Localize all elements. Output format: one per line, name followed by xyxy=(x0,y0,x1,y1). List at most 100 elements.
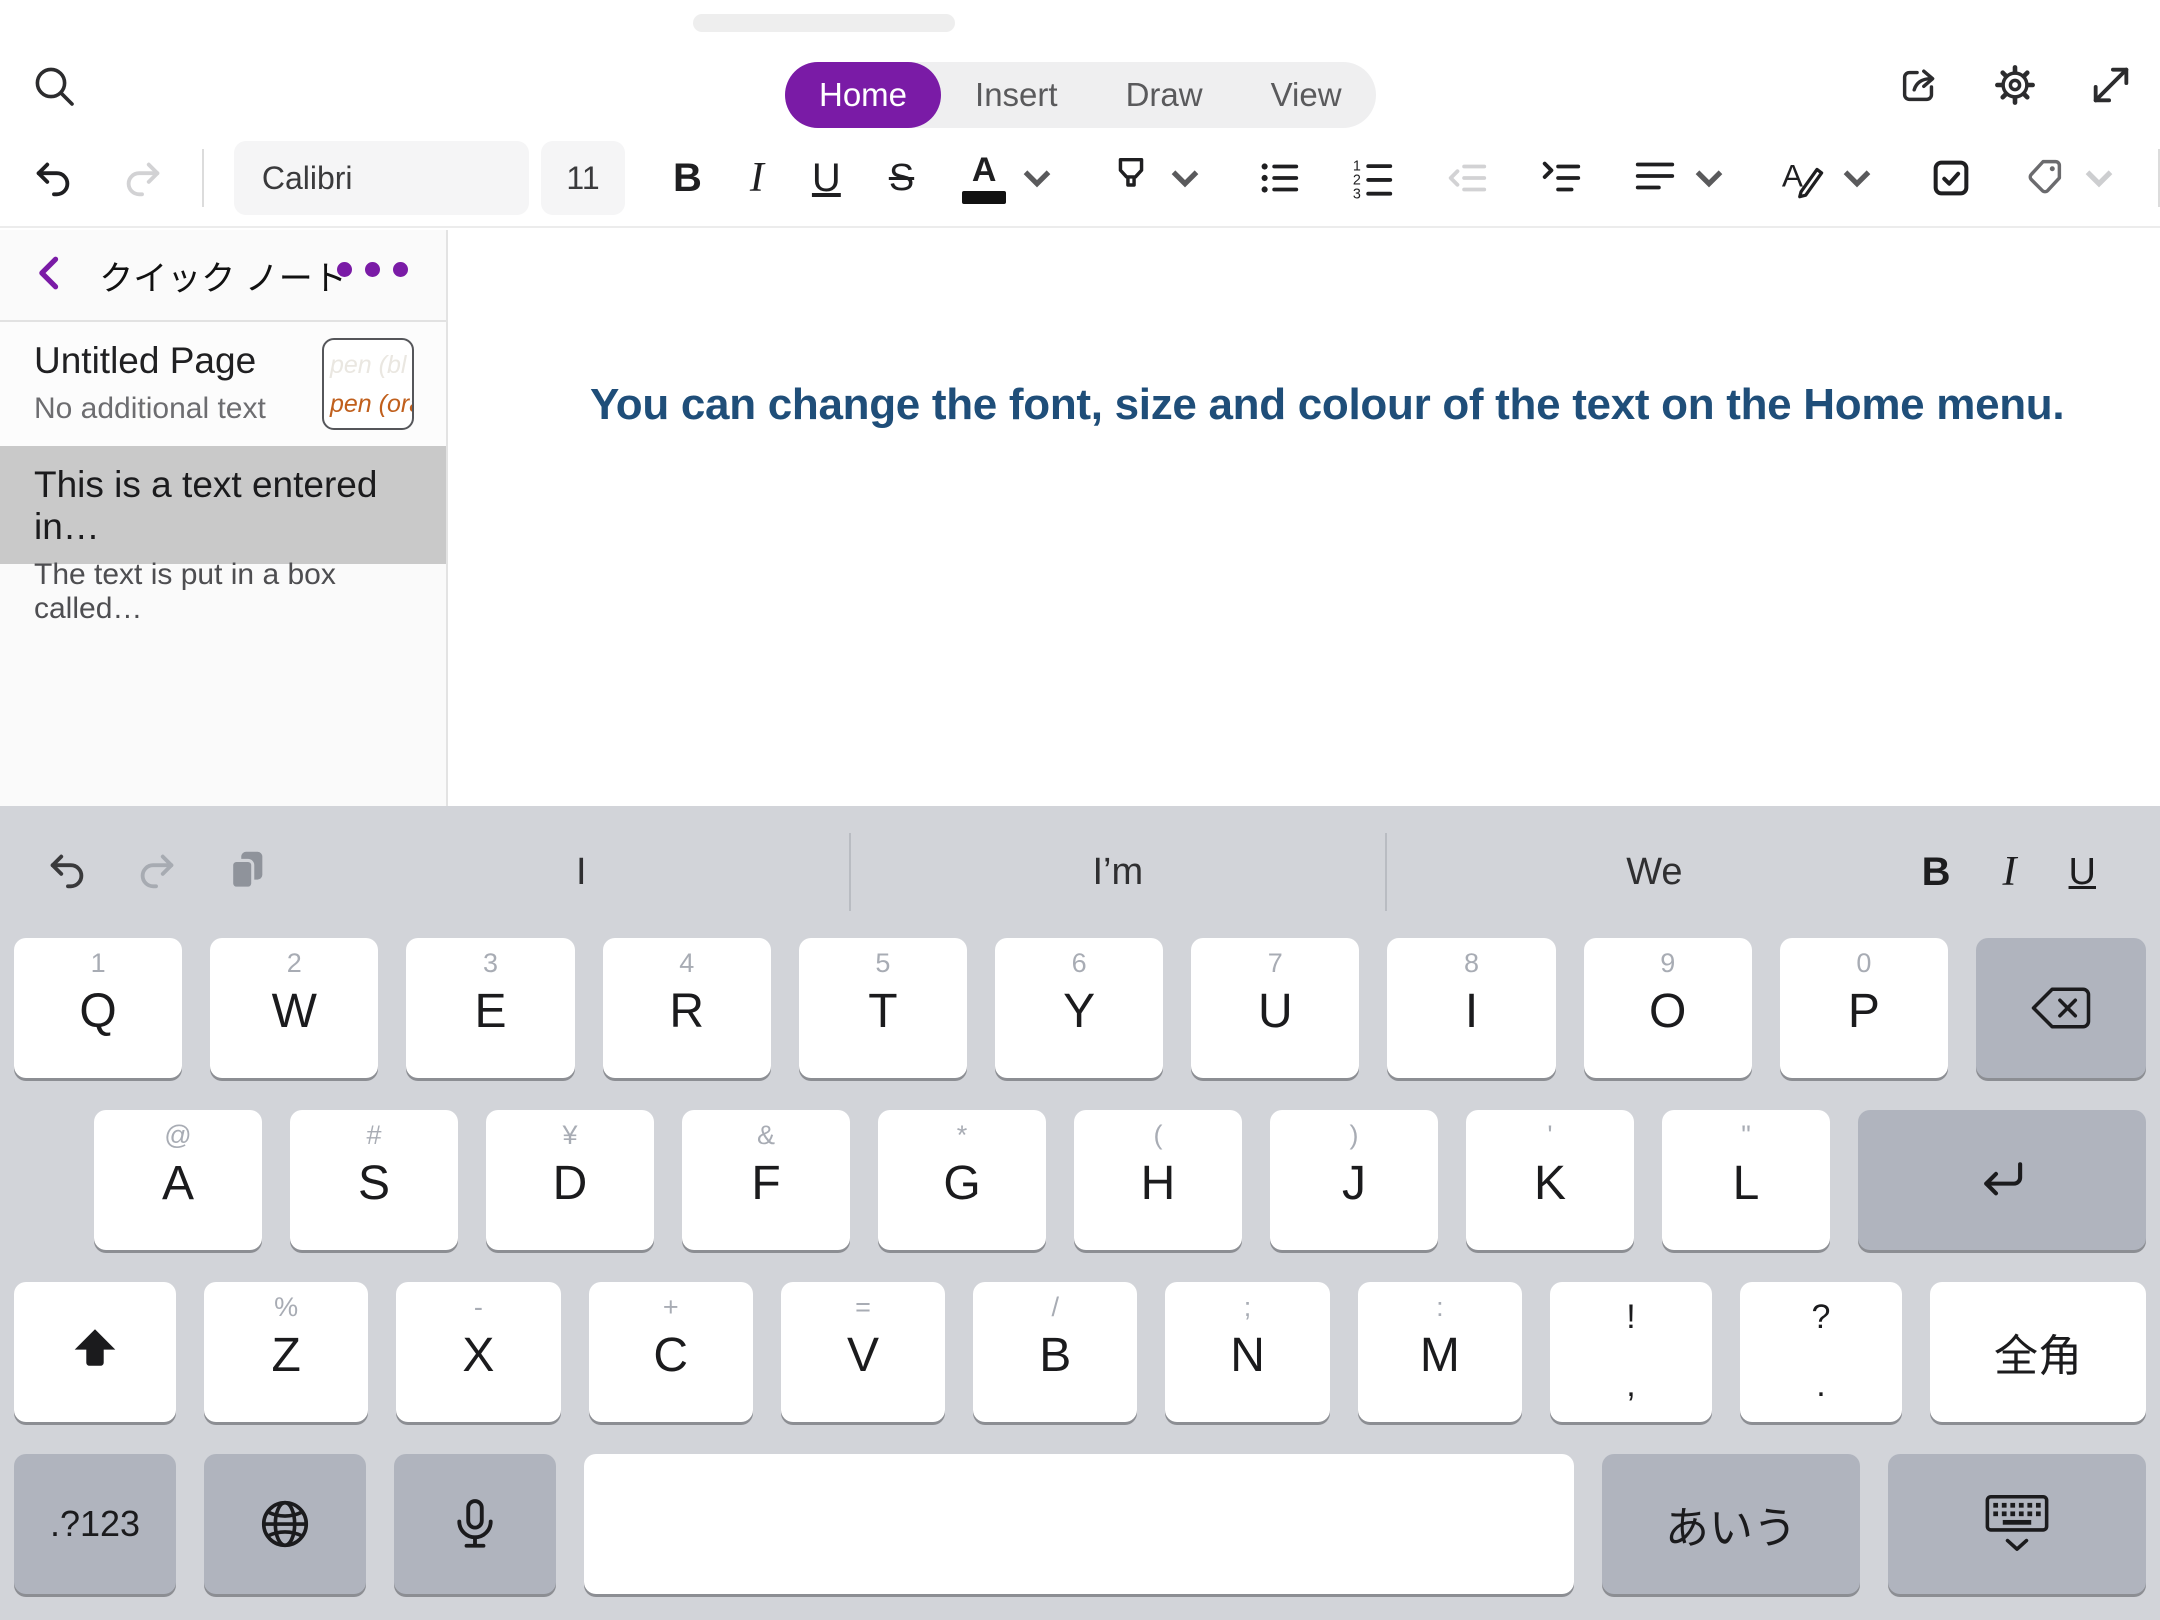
mic-icon xyxy=(394,1454,556,1594)
key-n[interactable]: ;N xyxy=(1165,1282,1329,1422)
page-list-item[interactable]: Untitled Page No additional text pen (bl… xyxy=(0,322,446,446)
notebook-section-title: クイック ノート xyxy=(99,251,346,300)
key-j[interactable]: )J xyxy=(1270,1110,1438,1250)
key-main-label: M xyxy=(1358,1332,1522,1380)
font-name-value: Calibri xyxy=(262,160,353,197)
key-s[interactable]: #S xyxy=(290,1110,458,1250)
key-sub-label: 4 xyxy=(603,950,771,977)
key-bottom-label: . xyxy=(1740,1368,1902,1402)
tab-home[interactable]: Home xyxy=(785,62,941,128)
key-zenkaku[interactable]: 全角 xyxy=(1930,1282,2146,1422)
key-main-label: O xyxy=(1584,988,1752,1036)
key-g[interactable]: *G xyxy=(878,1110,1046,1250)
settings-gear-icon[interactable] xyxy=(1992,62,2038,113)
highlight-button[interactable] xyxy=(1108,153,1208,204)
font-size-selector[interactable]: 11 xyxy=(541,141,625,215)
key-p[interactable]: 0P xyxy=(1780,938,1948,1078)
tag-button[interactable] xyxy=(2022,153,2122,204)
note-canvas[interactable]: You can change the font, size and colour… xyxy=(448,230,2160,806)
key-main-label: B xyxy=(973,1332,1137,1380)
font-name-selector[interactable]: Calibri xyxy=(234,141,529,215)
undo-button[interactable] xyxy=(30,155,76,201)
key-o[interactable]: 9O xyxy=(1584,938,1752,1078)
key-exclamation-comma[interactable]: !, xyxy=(1550,1282,1712,1422)
key-main-label: Z xyxy=(204,1332,368,1380)
key-main-label: Q xyxy=(14,988,182,1036)
key-e[interactable]: 3E xyxy=(406,938,574,1078)
key-h[interactable]: (H xyxy=(1074,1110,1242,1250)
prediction-1[interactable]: I xyxy=(314,806,849,938)
key-c[interactable]: +C xyxy=(589,1282,753,1422)
underline-shortcut-button[interactable]: U xyxy=(2069,853,2096,891)
key-r[interactable]: 4R xyxy=(603,938,771,1078)
alignment-button[interactable] xyxy=(1632,153,1732,204)
text-color-button[interactable]: A xyxy=(962,153,1060,204)
key-a[interactable]: @A xyxy=(94,1110,262,1250)
key-question-period[interactable]: ?. xyxy=(1740,1282,1902,1422)
key-space[interactable] xyxy=(584,1454,1574,1594)
redo-icon[interactable] xyxy=(134,847,180,898)
key-globe[interactable] xyxy=(204,1454,366,1594)
key-l[interactable]: "L xyxy=(1662,1110,1830,1250)
note-text[interactable]: You can change the font, size and colour… xyxy=(448,230,2160,430)
strikethrough-button[interactable]: S xyxy=(889,159,914,197)
font-size-value: 11 xyxy=(566,160,599,197)
bullet-list-button[interactable] xyxy=(1256,155,1302,201)
key-sub-label: 6 xyxy=(995,950,1163,977)
window-drag-handle[interactable] xyxy=(693,14,955,32)
share-icon[interactable] xyxy=(1896,62,1942,113)
redo-button[interactable] xyxy=(120,155,166,201)
key-b[interactable]: /B xyxy=(973,1282,1137,1422)
fullscreen-expand-icon[interactable] xyxy=(2088,62,2134,113)
tab-view[interactable]: View xyxy=(1237,62,1376,128)
key-z[interactable]: %Z xyxy=(204,1282,368,1422)
prediction-3[interactable]: We xyxy=(1387,806,1922,938)
bold-shortcut-button[interactable]: B xyxy=(1922,852,1951,892)
key-backspace[interactable] xyxy=(1976,938,2146,1078)
key-u[interactable]: 7U xyxy=(1191,938,1359,1078)
key-kana[interactable]: あいう xyxy=(1602,1454,1860,1594)
italic-shortcut-button[interactable]: I xyxy=(2003,851,2017,893)
tab-draw[interactable]: Draw xyxy=(1092,62,1237,128)
key-v[interactable]: =V xyxy=(781,1282,945,1422)
tab-insert[interactable]: Insert xyxy=(941,62,1092,128)
indent-button[interactable] xyxy=(1538,155,1584,201)
undo-icon[interactable] xyxy=(44,847,90,898)
body-area: クイック ノート Untitled Page No additional tex… xyxy=(0,230,2160,806)
key-numbers[interactable]: .?123 xyxy=(14,1454,176,1594)
key-k[interactable]: 'K xyxy=(1466,1110,1634,1250)
italic-button[interactable]: I xyxy=(750,157,764,199)
strikethrough-label: S xyxy=(889,159,914,197)
outdent-button[interactable] xyxy=(1444,155,1490,201)
key-w[interactable]: 2W xyxy=(210,938,378,1078)
key-main-label: C xyxy=(589,1332,753,1380)
format-shortcut-bar: B I U xyxy=(1922,851,2160,893)
key-m[interactable]: :M xyxy=(1358,1282,1522,1422)
key-x[interactable]: -X xyxy=(396,1282,560,1422)
numbered-list-button[interactable]: 123 xyxy=(1350,155,1396,201)
key-mic[interactable] xyxy=(394,1454,556,1594)
key-d[interactable]: ¥D xyxy=(486,1110,654,1250)
key-i[interactable]: 8I xyxy=(1387,938,1555,1078)
todo-checkbox-button[interactable] xyxy=(1928,155,1974,201)
key-main-label: W xyxy=(210,988,378,1036)
styles-button[interactable]: A xyxy=(1780,153,1880,204)
key-y[interactable]: 6Y xyxy=(995,938,1163,1078)
page-list-item-selected[interactable]: This is a text entered in… The text is p… xyxy=(0,446,446,564)
key-shift[interactable] xyxy=(14,1282,176,1422)
dismiss-icon xyxy=(1888,1454,2146,1594)
underline-button[interactable]: U xyxy=(812,158,841,198)
back-chevron-icon[interactable] xyxy=(26,250,76,300)
search-icon[interactable] xyxy=(28,62,80,114)
key-return[interactable] xyxy=(1858,1110,2146,1250)
key-dismiss-keyboard[interactable] xyxy=(1888,1454,2146,1594)
key-f[interactable]: &F xyxy=(682,1110,850,1250)
underline-label: U xyxy=(812,158,841,198)
paste-clipboard-icon[interactable] xyxy=(224,847,270,898)
more-options-icon[interactable] xyxy=(337,262,408,277)
prediction-2[interactable]: I’m xyxy=(851,806,1386,938)
key-q[interactable]: 1Q xyxy=(14,938,182,1078)
bold-button[interactable]: B xyxy=(673,158,702,198)
key-t[interactable]: 5T xyxy=(799,938,967,1078)
keyboard-assistant-bar: I I’m We B I U xyxy=(0,806,2160,938)
